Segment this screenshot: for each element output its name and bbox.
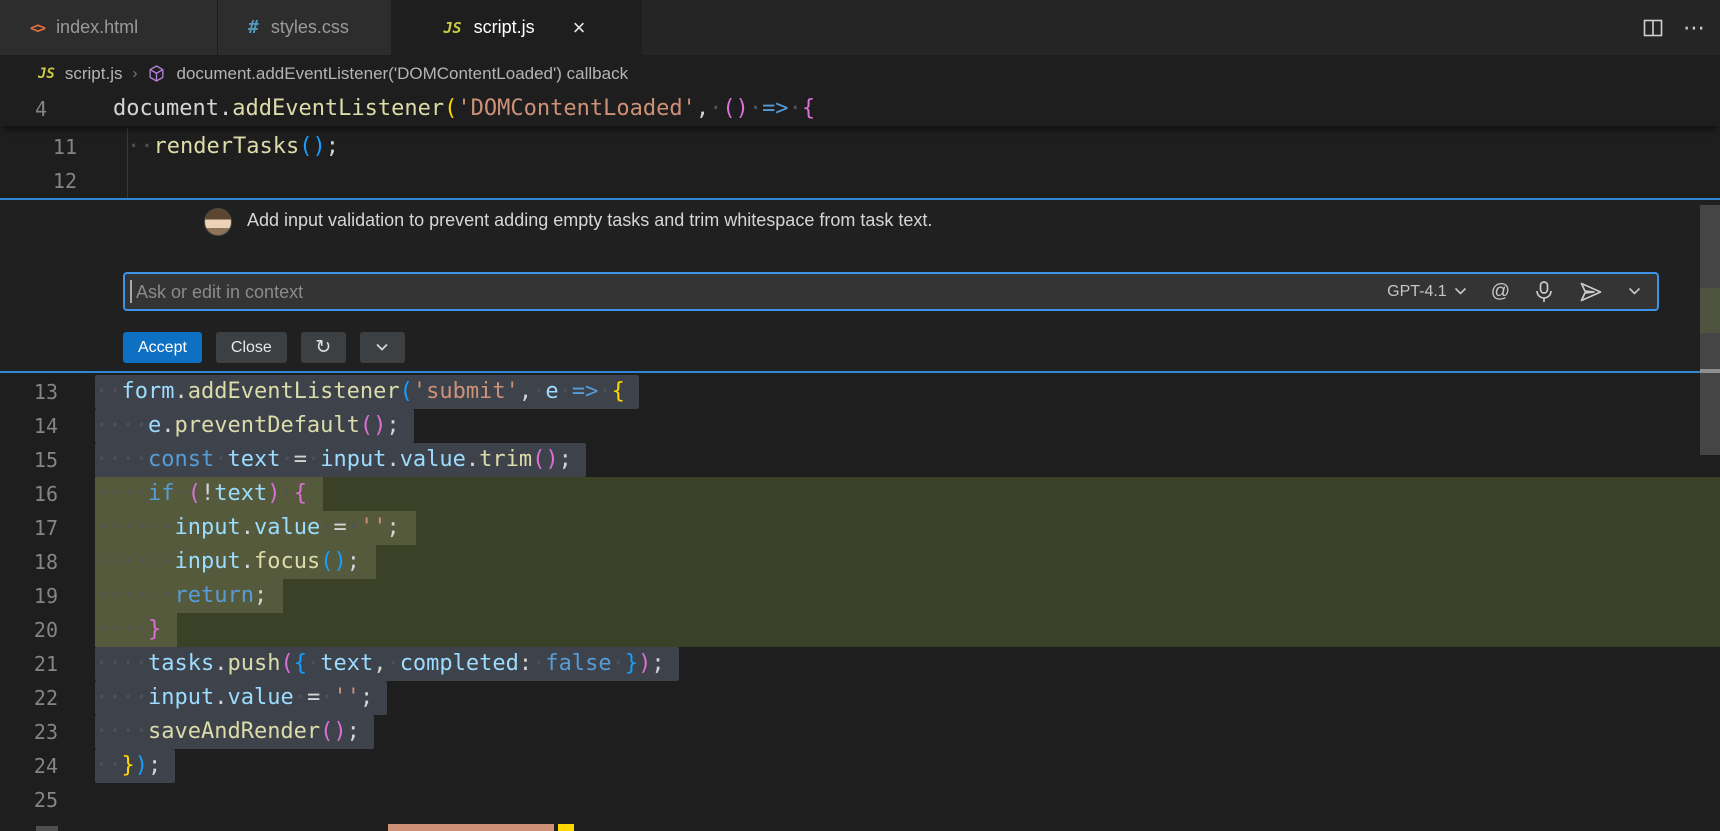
code-text: ····} [95, 613, 177, 647]
partial-code-sliver [388, 824, 554, 831]
sticky-scroll-line[interactable]: 4 document.addEventListener('DOMContentL… [0, 92, 1720, 126]
rerun-request-button[interactable]: ↻ [301, 332, 346, 363]
chevron-down-icon [1454, 287, 1467, 296]
vscode-window: <> index.html # styles.css JS script.js … [0, 0, 1720, 831]
code-line[interactable]: 12 [0, 164, 1720, 198]
code-text: ··}); [95, 749, 175, 783]
breadcrumb-file[interactable]: script.js [65, 64, 123, 84]
code-text: ··form.addEventListener('submit',·e·=>·{ [95, 375, 639, 409]
symbol-cube-icon [147, 64, 166, 83]
line-number: 4 [0, 92, 47, 126]
code-text: ····tasks.push({·text,·completed:·false·… [95, 647, 679, 681]
chevron-right-icon: › [132, 65, 137, 82]
chat-input-controls: GPT-4.1 @ [1387, 274, 1641, 309]
tab-script-js[interactable]: JS script.js × [392, 0, 642, 55]
line-number: 24 [0, 749, 58, 783]
code-line[interactable]: 19 ······return; [0, 579, 1720, 613]
close-tab-icon[interactable]: × [573, 17, 586, 39]
code-text: ··renderTasks(); [127, 130, 339, 164]
partial-line-number-sliver [36, 826, 58, 831]
code-text: ······input.value·=·''; [95, 511, 416, 545]
line-number: 23 [0, 715, 58, 749]
inline-chat-widget: Add input validation to prevent adding e… [0, 198, 1720, 373]
editor-top-lines[interactable]: 11 ··renderTasks(); 12 [0, 128, 1720, 198]
text-caret [130, 280, 132, 303]
inserted-line-highlight [95, 477, 1720, 511]
inserted-line-highlight [95, 613, 1720, 647]
line-number: 11 [0, 130, 77, 164]
code-text: ······input.focus(); [95, 545, 376, 579]
tab-label: styles.css [271, 17, 349, 38]
code-line[interactable]: 13 ··form.addEventListener('submit',·e·=>… [0, 375, 1720, 409]
editor-code-area[interactable]: 13 ··form.addEventListener('submit',·e·=>… [0, 373, 1720, 831]
user-avatar [204, 208, 232, 236]
breadcrumb-symbol[interactable]: document.addEventListener('DOMContentLoa… [176, 64, 628, 84]
inserted-line-highlight [95, 579, 1720, 613]
split-editor-icon[interactable] [1641, 16, 1665, 40]
code-text: ····saveAndRender(); [95, 715, 374, 749]
line-number: 15 [0, 443, 58, 477]
chat-user-message: Add input validation to prevent adding e… [247, 210, 932, 231]
code-text: ····if·(!text)·{ [95, 477, 323, 511]
code-line[interactable]: 11 ··renderTasks(); [0, 130, 1720, 164]
code-line[interactable]: 14 ····e.preventDefault(); [0, 409, 1720, 443]
tab-label: script.js [474, 17, 535, 38]
model-label: GPT-4.1 [1387, 283, 1447, 301]
attach-context-icon[interactable]: @ [1491, 281, 1510, 303]
tab-label: index.html [56, 17, 138, 38]
line-number: 17 [0, 511, 58, 545]
chevron-down-icon [375, 343, 389, 352]
send-button[interactable] [1578, 281, 1604, 303]
line-number: 13 [0, 375, 58, 409]
accept-button[interactable]: Accept [123, 332, 202, 363]
tab-styles-css[interactable]: # styles.css [218, 0, 392, 55]
line-number: 20 [0, 613, 58, 647]
code-line[interactable]: 20 ····} [0, 613, 1720, 647]
scrollbar-cursor-marker [1700, 369, 1720, 373]
tab-bar: <> index.html # styles.css JS script.js … [0, 0, 1720, 55]
code-text: document.addEventListener('DOMContentLoa… [113, 92, 815, 126]
line-number: 19 [0, 579, 58, 613]
code-text: ····const·text·=·input.value.trim(); [95, 443, 586, 477]
js-file-icon: JS [38, 66, 55, 82]
code-text: ······return; [95, 579, 283, 613]
scrollbar-inserted-decoration [1700, 288, 1720, 333]
line-number: 18 [0, 545, 58, 579]
code-line[interactable]: 16 ····if·(!text)·{ [0, 477, 1720, 511]
chat-input[interactable] [134, 274, 1238, 311]
chat-action-buttons: Accept Close ↻ [123, 332, 405, 363]
code-line[interactable]: 18 ······input.focus(); [0, 545, 1720, 579]
send-options-chevron-icon[interactable] [1628, 287, 1641, 296]
line-number: 16 [0, 477, 58, 511]
line-number: 12 [0, 164, 77, 198]
toggle-changes-chevron-button[interactable] [360, 332, 405, 363]
code-line[interactable]: 23 ····saveAndRender(); [0, 715, 1720, 749]
close-button[interactable]: Close [216, 332, 287, 363]
line-number: 25 [0, 783, 58, 817]
line-number: 21 [0, 647, 58, 681]
tab-index-html[interactable]: <> index.html [0, 0, 218, 55]
code-line[interactable]: 25 [0, 783, 1720, 817]
line-number: 14 [0, 409, 58, 443]
code-line[interactable]: 17 ······input.value·=·''; [0, 511, 1720, 545]
model-picker[interactable]: GPT-4.1 [1387, 283, 1467, 301]
line-number: 22 [0, 681, 58, 715]
breadcrumb: JS script.js › document.addEventListener… [0, 55, 1720, 92]
code-line[interactable]: 21 ····tasks.push({·text,·completed:·fals… [0, 647, 1720, 681]
code-line[interactable]: 24 ··}); [0, 749, 1720, 783]
css-file-icon: # [248, 17, 259, 38]
microphone-icon[interactable] [1534, 280, 1554, 304]
html-file-icon: <> [30, 19, 44, 37]
code-text: ····e.preventDefault(); [95, 409, 414, 443]
code-line[interactable]: 15 ····const·text·=·input.value.trim(); [0, 443, 1720, 477]
more-actions-icon[interactable]: ⋯ [1683, 15, 1706, 41]
code-line[interactable]: 22 ····input.value·=·''; [0, 681, 1720, 715]
chat-input-box[interactable]: GPT-4.1 @ [123, 272, 1659, 311]
editor-actions: ⋯ [1641, 0, 1720, 55]
code-text: ····input.value·=·''; [95, 681, 387, 715]
partial-code-sliver [558, 824, 574, 831]
js-file-icon: JS [444, 19, 462, 37]
